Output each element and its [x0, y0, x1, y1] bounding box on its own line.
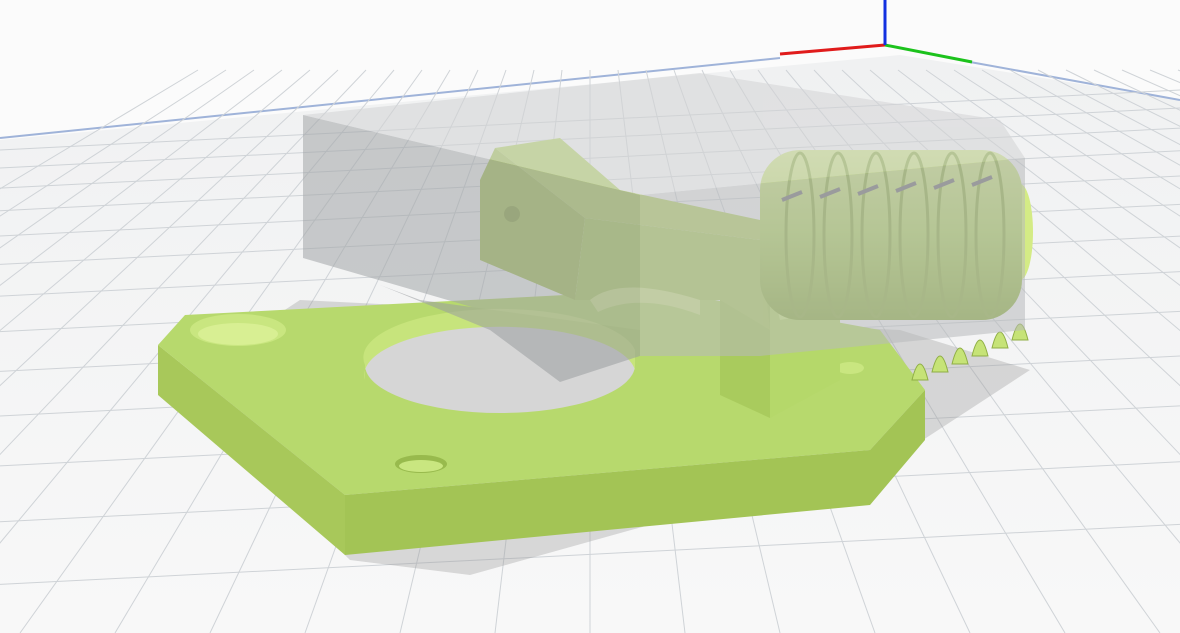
screw-hole-left-inner [198, 323, 278, 345]
screw-hole-front-inner [399, 460, 443, 472]
screw-hole-right [836, 362, 864, 374]
3d-viewport[interactable] [0, 0, 1180, 633]
